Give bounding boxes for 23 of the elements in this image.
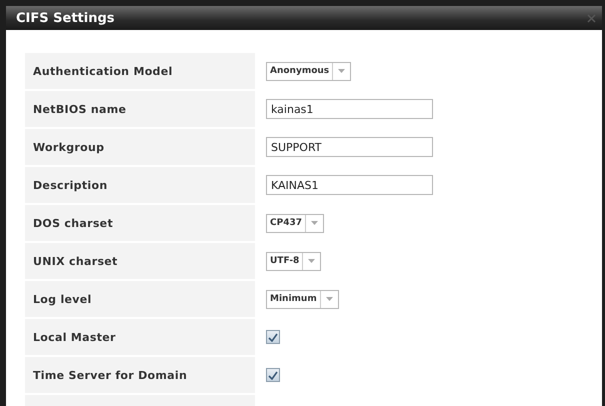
text-field[interactable]: KAINAS1 (266, 175, 433, 195)
field-label: Local Master (25, 319, 255, 355)
text-field[interactable]: kainas1 (266, 99, 433, 119)
field-label: UNIX charset (25, 243, 255, 279)
field-label: Authentication Model (25, 53, 255, 89)
dropdown[interactable]: CP437 (266, 214, 324, 232)
field-label: DOS charset (25, 205, 255, 241)
checkbox[interactable] (266, 330, 280, 344)
dropdown[interactable]: Minimum (266, 290, 339, 308)
dropdown[interactable]: Anonymous (266, 62, 352, 80)
field-label: Log level (25, 281, 255, 317)
field-label: Workgroup (25, 129, 255, 165)
caret-icon (308, 259, 316, 263)
field-label: Time Server for Domain (25, 357, 255, 393)
caret-icon (338, 69, 346, 73)
dropdown[interactable]: UTF-8 (266, 252, 322, 270)
text-field[interactable]: SUPPORT (266, 137, 433, 157)
caret-icon (326, 297, 333, 301)
checkbox[interactable] (266, 368, 280, 382)
window-title: CIFS Settings (16, 10, 115, 26)
caret-icon (311, 221, 318, 225)
field-label: NetBIOS name (25, 91, 255, 127)
field-label: Description (25, 167, 255, 203)
